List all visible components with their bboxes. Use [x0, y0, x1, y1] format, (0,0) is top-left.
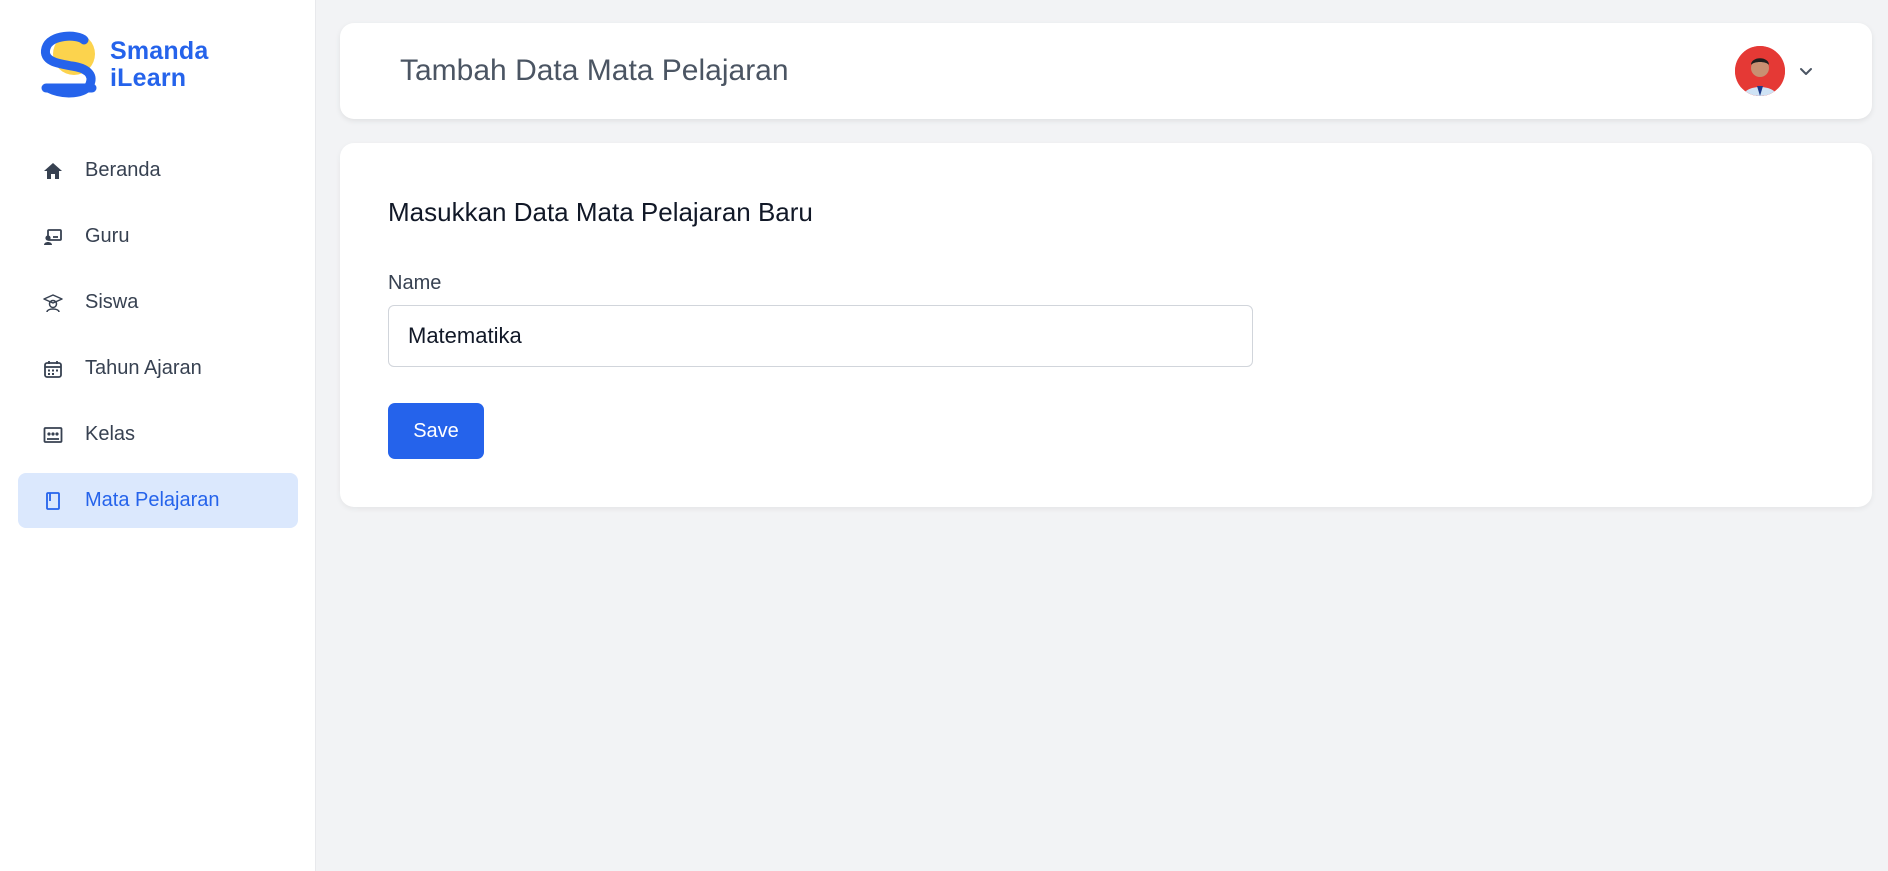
sidebar-item-label: Beranda	[85, 159, 161, 181]
save-button[interactable]: Save	[388, 403, 484, 459]
form-card: Masukkan Data Mata Pelajaran Baru Name S…	[340, 143, 1872, 507]
teacher-icon	[42, 226, 64, 248]
sidebar-item-tahun-ajaran[interactable]: Tahun Ajaran	[18, 341, 298, 396]
home-icon	[42, 160, 64, 182]
brand-line-2: iLearn	[110, 64, 187, 92]
brand-name: Smanda iLearn	[110, 38, 208, 92]
book-icon	[42, 490, 64, 512]
classroom-icon	[42, 424, 64, 446]
sidebar-item-siswa[interactable]: Siswa	[18, 275, 298, 330]
page-title: Tambah Data Mata Pelajaran	[400, 54, 789, 87]
logo-mark-icon	[41, 31, 97, 98]
page-header: Tambah Data Mata Pelajaran	[340, 23, 1872, 119]
sidebar-item-mata-pelajaran[interactable]: Mata Pelajaran	[18, 473, 298, 528]
avatar[interactable]	[1735, 46, 1785, 96]
form-title: Masukkan Data Mata Pelajaran Baru	[388, 197, 813, 227]
user-photo-icon	[1735, 46, 1785, 96]
sidebar-item-label: Guru	[85, 225, 130, 247]
sidebar-nav: Beranda Guru Siswa Tahun Ajaran Kelas Ma…	[18, 143, 298, 539]
calendar-icon	[42, 358, 64, 380]
sidebar-item-kelas[interactable]: Kelas	[18, 407, 298, 462]
name-label: Name	[388, 272, 442, 294]
brand-line-1: Smanda	[110, 37, 209, 65]
name-input[interactable]	[388, 305, 1253, 367]
sidebar-item-guru[interactable]: Guru	[18, 209, 298, 264]
student-icon	[42, 292, 64, 314]
sidebar-item-label: Siswa	[85, 291, 139, 313]
sidebar-item-label: Kelas	[85, 423, 136, 445]
sidebar-item-beranda[interactable]: Beranda	[18, 143, 298, 198]
sidebar-item-label: Tahun Ajaran	[85, 357, 202, 379]
chevron-down-icon[interactable]	[1796, 61, 1816, 81]
sidebar: Smanda iLearn Beranda Guru Siswa Tahun A…	[0, 0, 316, 871]
sidebar-item-label: Mata Pelajaran	[85, 489, 220, 511]
brand-logo[interactable]: Smanda iLearn	[38, 30, 208, 100]
